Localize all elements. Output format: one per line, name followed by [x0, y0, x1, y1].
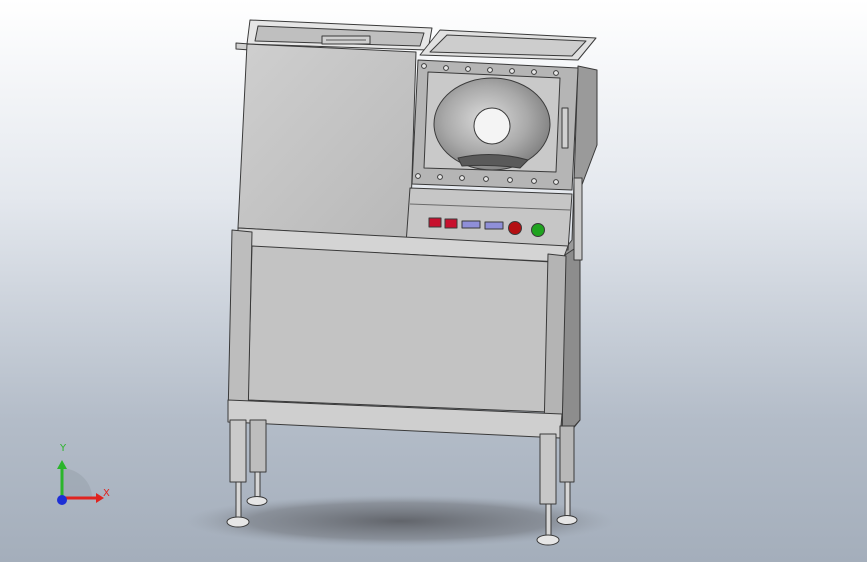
triad-xy-plane	[62, 468, 93, 498]
foot-back-left[interactable]	[246, 496, 268, 506]
foot-back-right[interactable]	[556, 515, 578, 525]
z-axis-dot	[57, 495, 67, 505]
cad-viewport[interactable]: X Y	[0, 0, 867, 562]
indicator-blue-1[interactable]	[461, 220, 481, 229]
drum-hole	[473, 107, 511, 145]
frame-post-right[interactable]	[543, 253, 567, 433]
indicator-red-1[interactable]	[428, 217, 442, 228]
stop-button[interactable]	[508, 221, 522, 235]
leg-front-right[interactable]	[539, 433, 557, 505]
leg-front-left[interactable]	[229, 419, 247, 483]
machine-model-view[interactable]	[0, 0, 867, 562]
frame-post-left[interactable]	[227, 229, 253, 421]
cabinet-front[interactable]	[247, 245, 553, 413]
side-hinge[interactable]	[573, 177, 583, 261]
foot-front-right[interactable]	[536, 534, 560, 546]
leg-back-right[interactable]	[559, 425, 575, 483]
leg-back-left[interactable]	[249, 419, 267, 473]
indicator-blue-2[interactable]	[484, 221, 504, 230]
foot-front-left[interactable]	[226, 516, 250, 528]
machine-body[interactable]	[226, 19, 598, 546]
triad-y-label: Y	[60, 443, 67, 454]
front-panel-left[interactable]	[237, 43, 417, 239]
start-button[interactable]	[531, 223, 545, 237]
indicator-red-2[interactable]	[444, 218, 458, 229]
triad-x-label: X	[103, 488, 110, 499]
orientation-triad	[57, 460, 104, 505]
window-latch[interactable]	[561, 107, 569, 149]
